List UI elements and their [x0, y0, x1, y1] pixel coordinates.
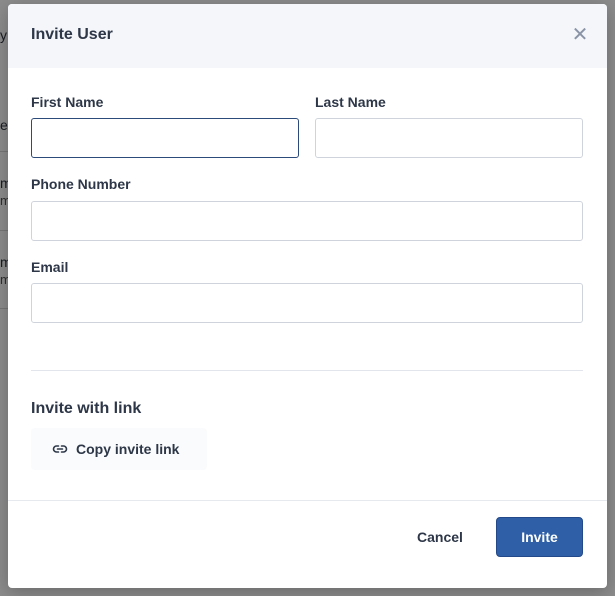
- cancel-button[interactable]: Cancel: [398, 518, 482, 556]
- invite-with-link-title: Invite with link: [31, 400, 142, 417]
- copy-invite-link-label: Copy invite link: [76, 441, 180, 457]
- modal-title: Invite User: [31, 26, 113, 43]
- close-icon[interactable]: ✕: [571, 25, 589, 45]
- invite-user-modal: Invite User ✕ First Name Last Name Phone…: [8, 4, 607, 588]
- section-divider: [31, 370, 583, 371]
- last-name-label: Last Name: [315, 94, 386, 110]
- email-label: Email: [31, 259, 69, 275]
- invite-button[interactable]: Invite: [496, 517, 583, 557]
- email-input[interactable]: [31, 283, 583, 323]
- copy-invite-link-button[interactable]: Copy invite link: [31, 428, 207, 470]
- footer-divider: [8, 500, 607, 501]
- first-name-label: First Name: [31, 94, 104, 110]
- modal-header: Invite User ✕: [8, 4, 607, 68]
- phone-number-label: Phone Number: [31, 176, 131, 192]
- link-icon: [52, 441, 68, 457]
- first-name-input[interactable]: [31, 118, 299, 158]
- phone-number-input[interactable]: [31, 201, 583, 241]
- last-name-input[interactable]: [315, 118, 583, 158]
